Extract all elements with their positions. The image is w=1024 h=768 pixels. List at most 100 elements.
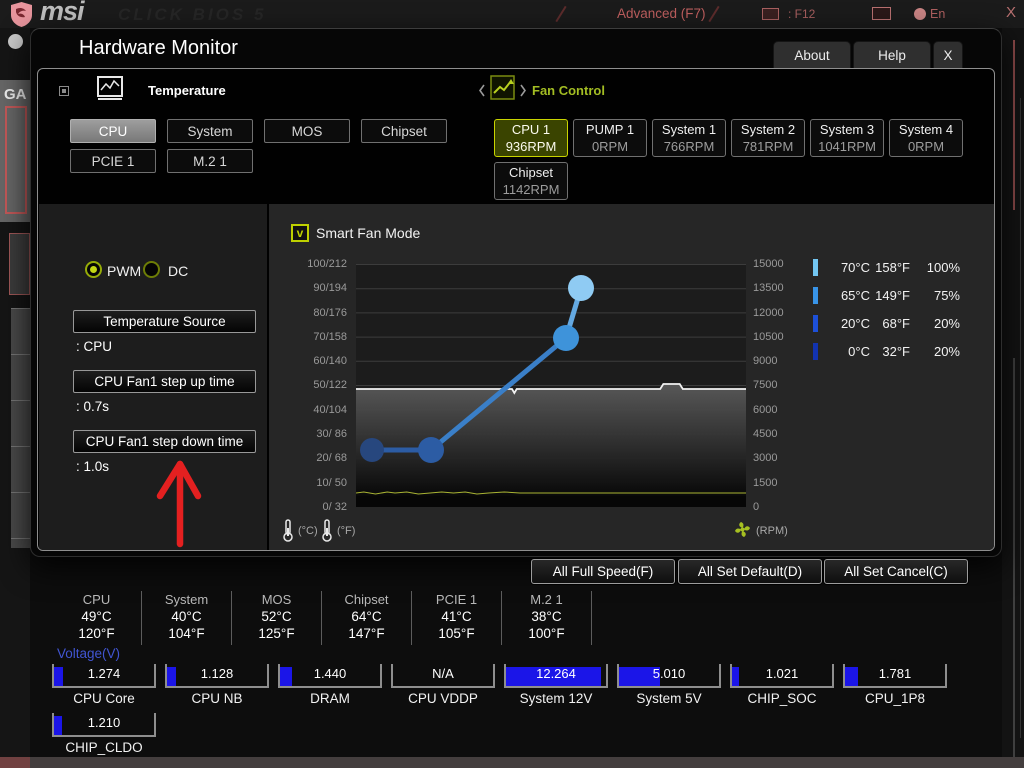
legend-celsius: 65°C	[840, 287, 870, 303]
thermometer-fahrenheit-icon[interactable]	[321, 518, 333, 542]
axis-tick-label: 70/158	[313, 330, 347, 343]
voltage-gauges: 1.274 CPU Core 1.128 CPU NB 1.440 DRAM N…	[52, 664, 977, 755]
fan-selector-button[interactable]: PUMP 1 0RPM	[573, 119, 647, 157]
bios-bottom-bar	[0, 757, 1024, 768]
rpm-axis-ticks: 15000 13500 12000 10500 9000 7500 6000 4500 3000…	[753, 258, 799, 513]
temperature-readout: Chipset 64°C 147°F	[322, 591, 412, 645]
temperature-section-icon	[59, 86, 69, 96]
fan-curve-pane: v Smart Fan Mode 100/212 90/194 80/176 70/1…	[269, 204, 994, 550]
temperature-source-button[interactable]: System	[167, 119, 253, 143]
all-full-speed-button[interactable]: All Full Speed(F)	[531, 559, 675, 584]
temperature-source-button[interactable]: CPU	[70, 119, 156, 143]
side-list-strip	[11, 308, 30, 548]
voltage-value: 1.210	[87, 715, 121, 730]
smart-fan-mode-checkbox[interactable]: v	[291, 224, 309, 242]
divider	[1013, 40, 1015, 210]
fan-curve-chart[interactable]	[356, 264, 746, 507]
side-panel-label: GA	[4, 86, 27, 103]
temperature-graph-icon	[97, 76, 123, 100]
voltage-gauge: 1.274	[52, 664, 156, 688]
side-red-box	[5, 106, 27, 214]
temperature-readout: M.2 1 38°C 100°F	[502, 591, 592, 645]
fan-control-section-label: Fan Control	[532, 83, 605, 98]
axis-tick-label: 12000	[753, 306, 784, 319]
voltage-rail: 5.010 System 5V	[617, 664, 730, 706]
fahrenheit-unit-label: (°F)	[337, 525, 356, 537]
fan-selector-button[interactable]: System 2 781RPM	[731, 119, 805, 157]
legend-celsius: 20°C	[840, 315, 870, 331]
pwm-radio-label: PWM	[107, 263, 142, 279]
page-title: Hardware Monitor	[79, 37, 238, 59]
axis-tick-label: 50/122	[313, 379, 347, 392]
fan-name: Chipset	[508, 165, 554, 180]
fan-selector-button[interactable]: Chipset 1142RPM	[494, 162, 568, 200]
fan-setting-field: CPU Fan1 step up time : 0.7s	[39, 370, 267, 430]
fan-selector-button[interactable]: System 3 1041RPM	[810, 119, 884, 157]
fan-setting-value: : 0.7s	[76, 399, 110, 414]
voltage-rail: 1.781 CPU_1P8	[843, 664, 956, 706]
voltage-rail-name: CHIP_CLDO	[65, 740, 143, 755]
chevron-left-icon[interactable]	[478, 84, 486, 97]
thermometer-celsius-icon[interactable]	[282, 518, 294, 542]
temperature-readout: PCIE 1 41°C 105°F	[412, 591, 502, 645]
axis-tick-label: 1500	[753, 476, 778, 489]
voltage-rail: 1.274 CPU Core	[52, 664, 165, 706]
bios-mode-label: Advanced (F7)	[617, 6, 706, 21]
legend-duty-percent: 100%	[926, 259, 960, 275]
axis-tick-label: 0/ 32	[322, 500, 347, 513]
bios-bottom-bar-accent	[0, 757, 30, 768]
axis-tick-label: 60/140	[313, 355, 347, 368]
axis-tick-label: 40/104	[313, 403, 347, 416]
temperature-readout: CPU 49°C 120°F	[52, 591, 142, 645]
legend-celsius: 0°C	[848, 343, 870, 359]
temperature-source-button[interactable]: PCIE 1	[70, 149, 156, 173]
divider	[555, 5, 567, 23]
divider	[1020, 98, 1021, 738]
temperature-source-button[interactable]: Chipset	[361, 119, 447, 143]
sensor-celsius: 49°C	[81, 609, 112, 624]
fan-setting-button[interactable]: CPU Fan1 step down time	[73, 430, 256, 453]
pwm-radio[interactable]	[85, 261, 102, 278]
fan-rpm-value: 0RPM	[591, 139, 629, 154]
voltage-rail-name: CPU VDDP	[408, 691, 478, 706]
fan-name: PUMP 1	[585, 122, 635, 137]
all-set-default-button[interactable]: All Set Default(D)	[678, 559, 822, 584]
sensor-celsius: 41°C	[441, 609, 472, 624]
sensor-fahrenheit: 147°F	[348, 626, 385, 641]
voltage-gauge: 1.781	[843, 664, 947, 688]
sensor-fahrenheit: 120°F	[78, 626, 115, 641]
bios-left-edge: GA	[0, 28, 30, 757]
axis-tick-label: 3000	[753, 452, 778, 465]
axis-tick-label: 90/194	[313, 282, 347, 295]
help-button[interactable]: Help	[853, 41, 931, 69]
close-button[interactable]: X	[933, 41, 963, 69]
about-button[interactable]: About	[773, 41, 851, 69]
all-set-cancel-button[interactable]: All Set Cancel(C)	[824, 559, 968, 584]
fan-selector-button[interactable]: System 1 766RPM	[652, 119, 726, 157]
sensor-fahrenheit: 104°F	[168, 626, 205, 641]
fan-name: System 4	[898, 122, 954, 137]
fan-setting-field: Temperature Source : CPU	[39, 310, 267, 370]
sensor-fahrenheit: 100°F	[528, 626, 565, 641]
screenshot-hotkey-label: : F12	[788, 7, 816, 21]
fan-selector-button[interactable]: System 4 0RPM	[889, 119, 963, 157]
fan-selector-button[interactable]: CPU 1 936RPM	[494, 119, 568, 157]
axis-tick-label: 80/176	[313, 306, 347, 319]
fan-setting-button[interactable]: CPU Fan1 step up time	[73, 370, 256, 393]
divider	[708, 5, 720, 23]
temperature-source-button[interactable]: M.2 1	[167, 149, 253, 173]
temperature-source-button[interactable]: MOS	[264, 119, 350, 143]
fan-setting-button[interactable]: Temperature Source	[73, 310, 256, 333]
sensor-celsius: 64°C	[351, 609, 382, 624]
temperature-readout: MOS 52°C 125°F	[232, 591, 322, 645]
chevron-right-icon[interactable]	[519, 84, 527, 97]
legend-fahrenheit: 32°F	[882, 343, 910, 359]
voltage-rail-name: CPU_1P8	[864, 691, 926, 706]
fan-name: CPU 1	[511, 122, 551, 137]
sensor-name: M.2 1	[530, 592, 563, 607]
voltage-gauge: 1.210	[52, 713, 156, 737]
dc-radio[interactable]	[143, 261, 160, 278]
voltage-value: 1.021	[765, 666, 799, 681]
fan-curve-legend: 70°C 158°F 100% 65°C 149°F 75% 20°C 68°F…	[813, 253, 960, 365]
axis-tick-label: 15000	[753, 258, 784, 270]
